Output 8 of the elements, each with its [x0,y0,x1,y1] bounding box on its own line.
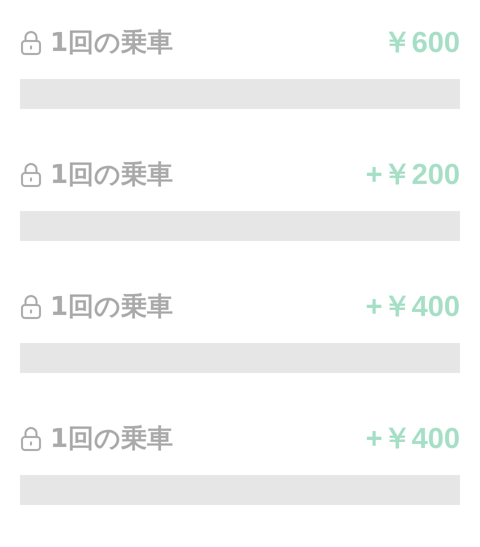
ride-label: 1回の乗車 [50,162,174,188]
ride-label: 1回の乗車 [50,426,174,452]
price-text: +￥400 [366,292,460,322]
ride-label: 1回の乗車 [50,294,174,320]
price-text: +￥400 [366,424,460,454]
price-text: +￥200 [366,160,460,190]
price-text: ￥600 [382,28,460,58]
ride-label: 1回の乗車 [50,30,174,56]
